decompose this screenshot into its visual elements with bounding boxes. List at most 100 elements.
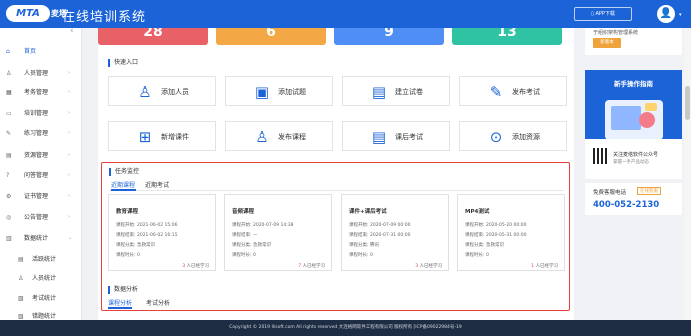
quick-entry-label: 课后考试 — [395, 133, 423, 141]
wechat-subtitle: 掌握一手产品动态 — [613, 160, 649, 165]
quick-entry-label: 添加人员 — [161, 88, 189, 96]
scrollbar-track[interactable] — [684, 28, 691, 320]
scrollbar-thumb[interactable] — [685, 86, 690, 120]
sidebar-item-8[interactable]: ◎ 公告管理 › — [0, 211, 82, 224]
tab-recent-courses[interactable]: 近期课程 — [111, 180, 135, 189]
sidebar-subitem-2[interactable]: ▨ 考试统计 — [0, 292, 82, 305]
course-card[interactable]: 教育课程 课程开始: 2021-06-02 15:06 课程结束: 2021-06-… — [108, 194, 216, 271]
sidebar-item-2[interactable]: ▦ 考务管理 › — [0, 86, 82, 99]
stat-card-3[interactable]: 13 — [452, 28, 562, 45]
learner-count-suffix: 人已经学习 — [302, 264, 326, 269]
quick-entry-7[interactable]: ⊙ 添加资源 — [459, 121, 567, 151]
home-icon: ⌂ — [6, 48, 10, 55]
sidebar-item-5[interactable]: ▤ 资源管理 › — [0, 149, 82, 162]
active-tab-indicator — [111, 189, 136, 191]
learner-count-value: 3 — [415, 264, 419, 269]
collapse-sidebar-icon[interactable]: ‹ — [70, 26, 74, 36]
stat-value: 13 — [497, 28, 517, 40]
chevron-right-icon: › — [68, 214, 70, 220]
field-value: 0 — [252, 253, 256, 258]
sidebar-item-7[interactable]: ⚙ 证书管理 › — [0, 190, 82, 203]
sidebar-item-1[interactable]: ♙ 人员管理 › — [0, 67, 82, 80]
tab-recent-exams[interactable]: 近期考试 — [145, 180, 169, 189]
quick-entry-2[interactable]: ▤ 建立试卷 — [342, 76, 450, 106]
course-title: MP4测试 — [465, 209, 490, 215]
field-label: 课程分类: — [116, 243, 136, 248]
course-field: 课程时长: 0 — [349, 252, 373, 258]
top-bar: MTA 麦塔 在线培训系统 ▯ APP下载 👤 ▾ — [0, 0, 691, 28]
sidebar-item-label: 资源管理 — [24, 152, 49, 159]
stat-card-1[interactable]: 6 — [216, 28, 326, 45]
app-download-label: APP下载 — [595, 11, 615, 17]
stat-value: 6 — [266, 28, 276, 40]
field-label: 课程时长: — [232, 253, 252, 258]
course-field: 课程结束: 2021-06-02 16:15 — [116, 232, 178, 238]
sidebar-item-4[interactable]: ✎ 练习管理 › — [0, 127, 82, 140]
notice-icon: ◎ — [6, 214, 12, 221]
quick-entry-title: 快速入口 — [108, 59, 138, 67]
field-label: 课程时长: — [116, 253, 136, 258]
sidebar-item-6[interactable]: ? 问答管理 › — [0, 169, 82, 182]
guide-title: 新手操作指南 — [614, 80, 653, 88]
sidebar-item-9[interactable]: ▥ 数据统计 ⌄ — [0, 232, 82, 245]
course-card[interactable]: 音频课程 课程开始: 2020-07-09 14:38 课程结束: — 课程分类: 急… — [224, 194, 332, 271]
quick-entry-label: 添加资源 — [512, 133, 540, 141]
logo[interactable]: MTA — [6, 5, 50, 22]
course-card[interactable]: 课件+课后考试 课程开始: 2020-07-09 00:00 课程结束: 2020-… — [341, 194, 449, 271]
app-title: 在线培训系统 — [62, 10, 147, 25]
stat-value: 28 — [143, 28, 163, 40]
tab-divider — [109, 190, 564, 191]
sidebar-subitem-label: 考试统计 — [32, 295, 57, 302]
quick-entry-1[interactable]: ▣ 添加试题 — [225, 76, 333, 106]
course-field: 课程时长: 0 — [116, 252, 140, 258]
tab-course-analysis[interactable]: 课程分析 — [108, 298, 132, 307]
learner-count-suffix: 人已经学习 — [186, 264, 210, 269]
sidebar-item-label: 人员管理 — [24, 70, 49, 77]
hotline-label: 免费客服电话 — [593, 190, 627, 196]
wechat-block: 关注麦塔软件公众号 掌握一手产品动态 — [585, 139, 682, 179]
stat-value: 9 — [384, 28, 394, 40]
course-field: 课程时长: 0 — [465, 252, 489, 258]
stat-card-2[interactable]: 9 — [334, 28, 444, 45]
quick-entry-4[interactable]: ⊞ 新增课件 — [108, 121, 216, 151]
sidebar-item-label: 首页 — [24, 48, 37, 55]
quick-entry-3[interactable]: ✎ 发布考试 — [459, 76, 567, 106]
guide-illustration — [605, 100, 663, 140]
sidebar-item-3[interactable]: ▭ 培训管理 › — [0, 107, 82, 120]
calendar-icon: ▦ — [6, 89, 12, 96]
learner-count: 3 人已经学习 — [182, 263, 209, 269]
sidebar-item-label: 公告管理 — [24, 214, 49, 221]
sidebar-subitem-0[interactable]: ▤ 活跃统计 — [0, 253, 82, 266]
app-download-button[interactable]: ▯ APP下载 — [574, 7, 632, 21]
tab-exam-analysis[interactable]: 考试分析 — [146, 298, 170, 307]
chevron-right-icon: ⌄ — [68, 235, 73, 241]
quick-entry-0[interactable]: ♙ 添加人员 — [108, 76, 216, 106]
chevron-down-icon[interactable]: ▾ — [679, 12, 682, 18]
chevron-right-icon: › — [68, 193, 70, 199]
field-value: 0 — [136, 253, 140, 258]
user-avatar-icon[interactable]: 👤 — [657, 5, 675, 23]
field-value: 2021-06-02 15:06 — [136, 223, 178, 228]
update-notice-text: 于组织架构管理系统 — [593, 30, 639, 36]
sidebar-subitem-1[interactable]: ♙ 人员统计 — [0, 272, 82, 285]
bar-chart-icon: ▤ — [18, 256, 24, 263]
online-service-badge[interactable]: 在线客服 — [637, 187, 661, 195]
sidebar-item-0[interactable]: ⌂ 首页 — [0, 45, 82, 58]
analysis-tab-indicator — [108, 307, 132, 309]
field-label: 课程分类: — [465, 243, 485, 248]
chevron-right-icon: › — [68, 70, 70, 76]
learner-count-suffix: 人已经学习 — [535, 264, 559, 269]
quick-entry-label: 发布考试 — [512, 88, 540, 96]
stat-card-0[interactable]: 28 — [98, 28, 208, 45]
quick-entry-5[interactable]: ♙ 发布课程 — [225, 121, 333, 151]
post-course-exam-icon: ▤ — [371, 128, 387, 146]
course-title: 教育课程 — [116, 209, 139, 215]
course-card[interactable]: MP4测试 课程开始: 2020-05-20 00:00 课程结束: 2020-05… — [457, 194, 565, 271]
field-label: 课程结束: — [349, 233, 369, 238]
quick-entry-6[interactable]: ▤ 课后考试 — [342, 121, 450, 151]
field-label: 课程开始: — [232, 223, 252, 228]
create-paper-icon: ▤ — [371, 83, 387, 101]
field-label: 课程结束: — [232, 233, 252, 238]
new-version-button[interactable]: 新版本 — [593, 38, 621, 48]
field-value: 2020-07-09 00:00 — [369, 223, 411, 228]
